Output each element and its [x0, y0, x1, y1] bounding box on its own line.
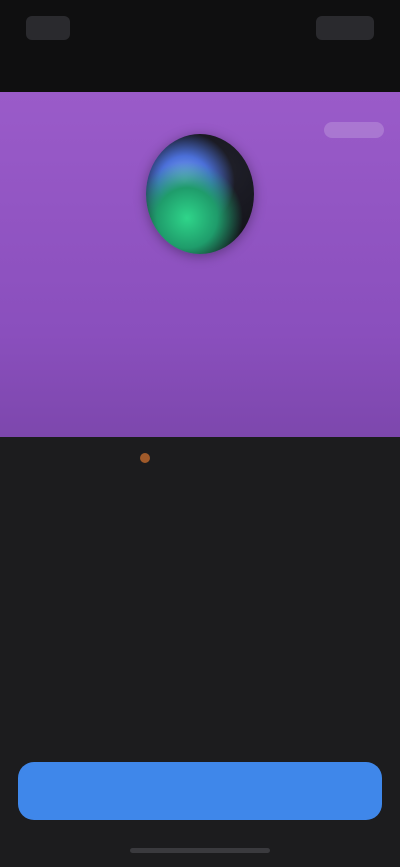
info-row [0, 479, 400, 521]
profile-card [0, 92, 400, 437]
info-row [0, 521, 400, 563]
home-indicator [130, 848, 270, 853]
avatar[interactable] [146, 134, 254, 254]
info-row [0, 563, 400, 605]
info-row [0, 437, 400, 479]
info-row [0, 605, 400, 647]
stat-item[interactable] [26, 352, 122, 422]
stat-item[interactable] [278, 352, 374, 422]
info-list [0, 437, 400, 647]
profile-stats [0, 352, 400, 422]
top-bar [0, 0, 400, 92]
stat-item[interactable] [152, 352, 248, 422]
status-dot-icon [140, 453, 150, 463]
primary-button[interactable] [18, 762, 382, 820]
profile-tag [324, 122, 384, 138]
topbar-action-button[interactable] [316, 16, 374, 40]
back-button[interactable] [26, 16, 70, 40]
